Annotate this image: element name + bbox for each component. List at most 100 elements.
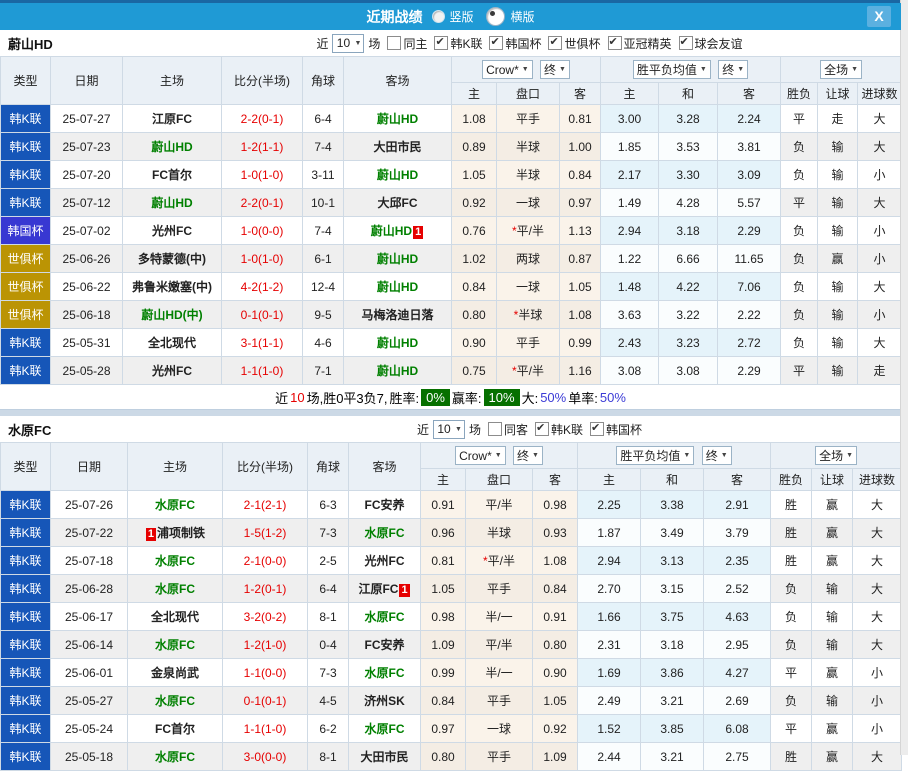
competition-checkbox[interactable]: 韩国杯 xyxy=(590,421,642,438)
competition-checkbox[interactable]: 韩K联 xyxy=(434,35,482,52)
result-outcome: 平 xyxy=(781,105,818,133)
corner-score: 7-1 xyxy=(303,357,344,385)
match-score: 3-2(0-2) xyxy=(223,603,308,631)
odds-handicap: 平手 xyxy=(497,329,560,357)
odds-group-header: Crow*▼ 终▼ xyxy=(452,57,601,83)
away-team-cell: 江原FC1 xyxy=(349,575,421,603)
checkbox-label: 韩国杯 xyxy=(505,35,541,52)
home-team-cell: 水原FC xyxy=(128,491,223,519)
early-odds-marker: * xyxy=(512,364,517,378)
match-row: 韩K联25-06-28水原FC1-2(0-1)6-4江原FC11.05平手0.8… xyxy=(1,575,902,603)
home-team-cell: 金泉尚武 xyxy=(128,659,223,687)
competition-checkbox[interactable]: 韩国杯 xyxy=(489,35,541,52)
result-outcome: 负 xyxy=(771,603,812,631)
matches-table-2: 类型 日期 主场 比分(半场) 角球 客场 Crow*▼ 终▼ 胜平负均值▼ 终… xyxy=(0,442,902,771)
corner-score: 10-1 xyxy=(303,189,344,217)
avg-final-select[interactable]: 终▼ xyxy=(702,446,732,465)
col-result-outcome: 胜负 xyxy=(781,83,818,105)
avg-draw: 3.13 xyxy=(641,547,704,575)
team-section-header-1: 蔚山HD 近 10 ▼ 场 同主 韩K联韩国杯世俱杯亚冠精英球会友谊 xyxy=(0,30,901,56)
match-row: 韩K联25-07-18水原FC2-1(0-0)2-5光州FC0.81*平/半1.… xyxy=(1,547,902,575)
layout-radio-vertical[interactable]: 竖版 xyxy=(432,8,473,25)
avg-home: 2.94 xyxy=(578,547,641,575)
odds-home: 0.76 xyxy=(452,217,497,245)
chevron-down-icon: ▼ xyxy=(700,66,707,73)
home-team-cell: 蔚山HD xyxy=(123,189,222,217)
avg-final-select[interactable]: 终▼ xyxy=(718,60,748,79)
result-outcome: 负 xyxy=(781,245,818,273)
games-count-select[interactable]: 10 ▼ xyxy=(332,34,364,53)
competition-checkbox[interactable]: 韩K联 xyxy=(535,421,583,438)
home-team-cell: 水原FC xyxy=(128,687,223,715)
layout-radio-horizontal[interactable]: 横版 xyxy=(484,7,535,26)
record-summary: 近10场,胜0平3负7, 胜率:0% 赢率:10% 大:50% 单率:50% xyxy=(0,385,901,409)
odds-final-select[interactable]: 终▼ xyxy=(513,446,543,465)
league-type-cell: 韩国杯 xyxy=(1,217,51,245)
away-team-cell: FC安养 xyxy=(349,491,421,519)
league-type-cell: 世俱杯 xyxy=(1,245,51,273)
match-date: 25-06-14 xyxy=(51,631,128,659)
avg-source-select[interactable]: 胜平负均值▼ xyxy=(633,60,711,79)
match-row: 韩K联25-07-27江原FC2-2(0-1)6-4蔚山HD1.08平手0.81… xyxy=(1,105,902,133)
competition-checkbox[interactable]: 世俱杯 xyxy=(548,35,600,52)
match-date: 25-06-01 xyxy=(51,659,128,687)
odds-source-select[interactable]: Crow*▼ xyxy=(482,60,533,79)
col-result-outcome: 胜负 xyxy=(771,469,812,491)
same-venue-checkbox[interactable]: 同客 xyxy=(488,421,528,438)
big-rate: 50% xyxy=(540,390,566,405)
away-team-cell: 蔚山HD xyxy=(344,329,452,357)
odds-handicap: 半/一 xyxy=(466,659,533,687)
result-outcome: 负 xyxy=(771,687,812,715)
avg-away: 2.95 xyxy=(704,631,771,659)
result-handicap: 赢 xyxy=(812,743,853,771)
close-button[interactable]: X xyxy=(867,6,891,27)
avg-source-select[interactable]: 胜平负均值▼ xyxy=(616,446,694,465)
fulltime-select[interactable]: 全场▼ xyxy=(820,60,862,79)
competition-checkbox[interactable]: 球会友谊 xyxy=(679,35,743,52)
col-odds-away: 客 xyxy=(560,83,601,105)
col-home: 主场 xyxy=(123,57,222,105)
match-date: 25-07-23 xyxy=(51,133,123,161)
match-score: 1-2(1-1) xyxy=(222,133,303,161)
odds-handicap: 一球 xyxy=(466,715,533,743)
avg-draw: 3.30 xyxy=(659,161,718,189)
odds-final-select[interactable]: 终▼ xyxy=(540,60,570,79)
checkbox-icon xyxy=(488,422,502,436)
corner-score: 4-5 xyxy=(308,687,349,715)
result-handicap: 输 xyxy=(812,687,853,715)
section-divider xyxy=(0,409,901,416)
odds-home: 0.80 xyxy=(421,743,466,771)
fulltime-select[interactable]: 全场▼ xyxy=(815,446,857,465)
odds-home: 0.99 xyxy=(421,659,466,687)
avg-away: 2.52 xyxy=(704,575,771,603)
result-handicap: 输 xyxy=(818,329,858,357)
same-venue-checkbox[interactable]: 同主 xyxy=(387,35,427,52)
home-team-cell: 蔚山HD xyxy=(123,133,222,161)
col-score: 比分(半场) xyxy=(222,57,303,105)
odds-handicap: *半球 xyxy=(497,301,560,329)
league-type-cell: 韩K联 xyxy=(1,329,51,357)
scrollbar-track[interactable] xyxy=(900,0,908,755)
result-goals: 大 xyxy=(853,631,902,659)
match-score: 1-0(1-0) xyxy=(222,245,303,273)
odds-home: 0.80 xyxy=(452,301,497,329)
games-count-select[interactable]: 10 ▼ xyxy=(433,420,465,439)
home-team-cell: 水原FC xyxy=(128,631,223,659)
league-type-cell: 世俱杯 xyxy=(1,301,51,329)
red-card-badge: 1 xyxy=(413,226,423,239)
odds-source-select[interactable]: Crow*▼ xyxy=(455,446,506,465)
odds-handicap: 两球 xyxy=(497,245,560,273)
result-handicap: 输 xyxy=(818,161,858,189)
matches-table-1: 类型 日期 主场 比分(半场) 角球 客场 Crow*▼ 终▼ 胜平负均值▼ 终… xyxy=(0,56,902,385)
home-team-cell: 全北现代 xyxy=(128,603,223,631)
competition-checkbox[interactable]: 亚冠精英 xyxy=(608,35,672,52)
corner-score: 3-11 xyxy=(303,161,344,189)
col-result-goals: 进球数 xyxy=(858,83,902,105)
odds-away: 0.80 xyxy=(533,631,578,659)
avg-draw: 3.75 xyxy=(641,603,704,631)
odds-home: 0.92 xyxy=(452,189,497,217)
odds-away: 1.16 xyxy=(560,357,601,385)
odds-handicap: *平/半 xyxy=(497,217,560,245)
home-team-cell: 全北现代 xyxy=(123,329,222,357)
league-type-cell: 韩K联 xyxy=(1,491,51,519)
